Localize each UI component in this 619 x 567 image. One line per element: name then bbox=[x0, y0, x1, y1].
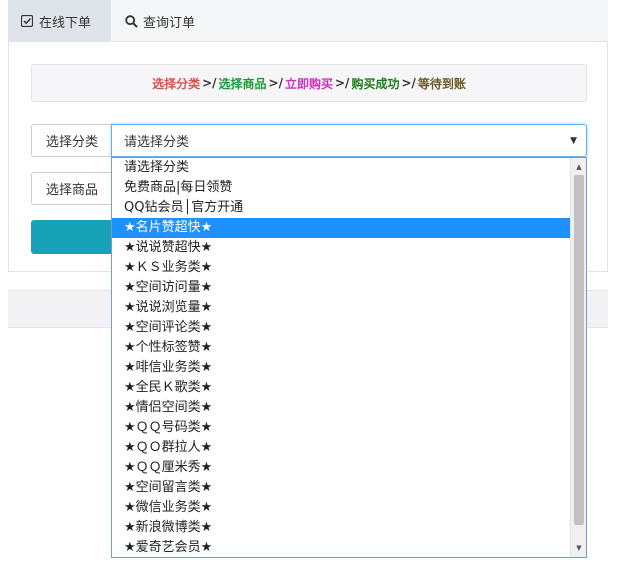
tab-query-order-label: 查询订单 bbox=[143, 15, 196, 31]
dropdown-option[interactable]: ★爱奇艺会员★ bbox=[112, 538, 570, 557]
order-steps: 选择分类 >/ 选择商品 >/ 立即购买 >/ 购买成功 >/ 等待到账 bbox=[31, 64, 587, 102]
step-purchase-success: 购买成功 bbox=[351, 76, 400, 91]
buy-button[interactable] bbox=[31, 220, 111, 254]
dropdown-option[interactable]: ★新浪微博类★ bbox=[112, 518, 570, 538]
dropdown-option[interactable]: ★ＱＱ厘米秀★ bbox=[112, 458, 570, 478]
step-select-category: 选择分类 bbox=[152, 76, 201, 91]
dropdown-option[interactable]: ★空间访问量★ bbox=[112, 278, 570, 298]
dropdown-option[interactable]: ★个性标签赞★ bbox=[112, 338, 570, 358]
dropdown-option[interactable]: ★说说赞超快★ bbox=[112, 238, 570, 258]
step-select-product: 选择商品 bbox=[218, 76, 267, 91]
dropdown-option[interactable]: ★名片赞超快★ bbox=[112, 218, 570, 238]
dropdown-option[interactable]: ★情侣空间类★ bbox=[112, 398, 570, 418]
product-label: 选择商品 bbox=[31, 172, 112, 205]
step-buy-now: 立即购买 bbox=[284, 76, 333, 91]
dropdown-arrow-icon: ▼ bbox=[570, 136, 577, 146]
dropdown-option[interactable]: ★空间评论类★ bbox=[112, 318, 570, 338]
dropdown-option[interactable]: ★ＫＳ业务类★ bbox=[112, 258, 570, 278]
scroll-up-icon[interactable]: ▲ bbox=[571, 160, 586, 174]
dropdown-option[interactable]: ★ＱＱ号码类★ bbox=[112, 418, 570, 438]
scroll-down-icon[interactable]: ▼ bbox=[571, 541, 586, 555]
tab-place-order-label: 在线下单 bbox=[39, 15, 92, 31]
dropdown-option[interactable]: ★微信业务类★ bbox=[112, 498, 570, 518]
check-square-icon bbox=[20, 14, 34, 28]
category-label: 选择分类 bbox=[31, 124, 112, 157]
category-dropdown-list[interactable]: 请选择分类 免费商品|每日领赞 QQ钻会员│官方开通 ★名片赞超快★ ★说说赞超快★ ★Ｋ… bbox=[111, 157, 587, 558]
dropdown-option[interactable]: ★空间留言类★ bbox=[112, 478, 570, 498]
dropdown-option[interactable]: ★全民Ｋ歌类★ bbox=[112, 378, 570, 398]
category-select[interactable]: 请选择分类 ▼ bbox=[111, 124, 587, 157]
tab-bar: 在线下单 查询订单 bbox=[8, 0, 608, 42]
dropdown-option[interactable]: 免费商品|每日领赞 bbox=[112, 178, 570, 198]
dropdown-option[interactable]: 请选择分类 bbox=[112, 158, 570, 178]
category-select-value: 请选择分类 bbox=[124, 135, 190, 150]
scrollbar-thumb[interactable] bbox=[574, 175, 584, 525]
dropdown-option[interactable]: ★说说浏览量★ bbox=[112, 298, 570, 318]
dropdown-option[interactable]: ★ＱＯ群拉人★ bbox=[112, 438, 570, 458]
tab-query-order[interactable]: 查询订单 bbox=[124, 0, 244, 42]
dropdown-scrollbar[interactable]: ▲ ▼ bbox=[570, 158, 586, 557]
tab-place-order[interactable]: 在线下单 bbox=[8, 0, 111, 42]
dropdown-option[interactable]: ★啡信业务类★ bbox=[112, 358, 570, 378]
step-await-arrival: 等待到账 bbox=[417, 76, 466, 91]
search-icon bbox=[124, 14, 138, 28]
dropdown-option[interactable]: QQ钻会员│官方开通 bbox=[112, 198, 570, 218]
